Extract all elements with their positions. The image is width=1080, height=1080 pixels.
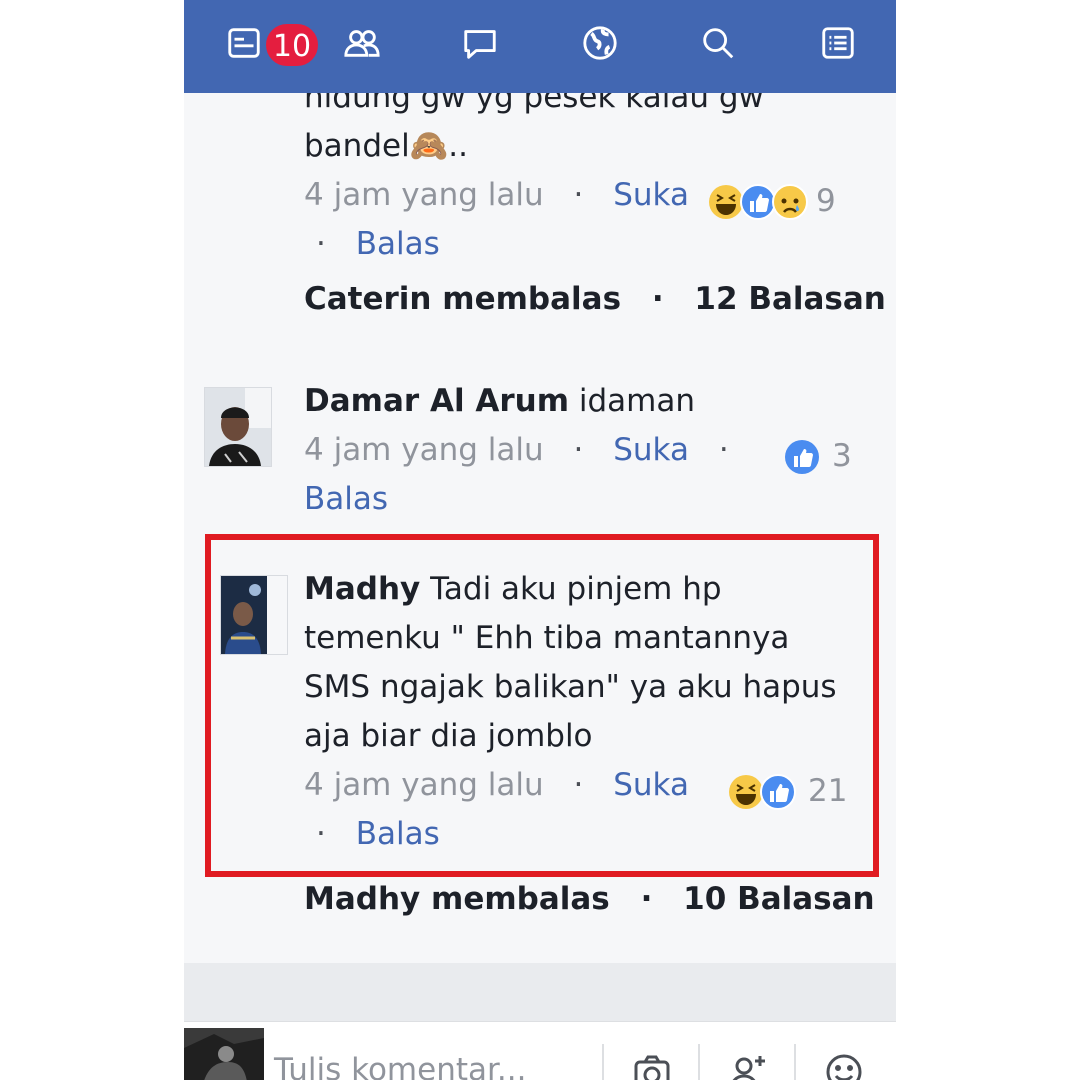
reactions-summary[interactable]: 9 — [708, 177, 836, 226]
avatar-photo — [205, 388, 271, 466]
user-avatar — [184, 1028, 264, 1080]
avatar[interactable] — [204, 387, 272, 467]
news-feed-icon — [228, 28, 260, 58]
like-link[interactable]: Suka — [613, 432, 689, 468]
like-icon — [785, 439, 819, 474]
reaction-count: 3 — [832, 438, 852, 474]
view-replies-link[interactable]: Caterin membalas · 12 Balasan — [304, 281, 886, 317]
comment-meta-row2: Balas — [304, 475, 864, 524]
replies-author: Caterin membalas — [304, 281, 622, 317]
messages-button[interactable] — [450, 18, 510, 68]
comment-composer: Tulis komentar... — [184, 1021, 896, 1080]
search-icon — [703, 28, 734, 59]
globe-icon — [583, 26, 617, 60]
avatar-photo — [184, 1028, 264, 1080]
separator-dot: · — [316, 226, 326, 262]
haha-icon — [709, 184, 743, 219]
separator-dot: · — [651, 281, 664, 317]
search-button[interactable] — [688, 18, 748, 68]
reply-link[interactable]: Balas — [356, 226, 440, 262]
comment-meta: 4 jam yang lalu · Suka · 3 — [304, 426, 864, 475]
menu-icon — [822, 27, 854, 59]
tag-friend-icon[interactable] — [728, 1052, 768, 1080]
like-link[interactable]: Suka — [613, 177, 689, 213]
emoji-icon[interactable] — [824, 1052, 864, 1080]
highlight-box — [205, 534, 879, 877]
comment-meta-row2: · Balas — [304, 220, 864, 269]
like-icon — [740, 183, 776, 220]
sad-icon — [772, 183, 808, 220]
reaction-count: 9 — [816, 183, 836, 219]
news-feed-button[interactable]: 10 — [214, 18, 320, 68]
comment-text-line: hidung gw yg pesek kalau gw — [304, 93, 764, 115]
divider — [794, 1044, 796, 1080]
messages-icon — [464, 30, 496, 59]
separator-dot: · — [573, 432, 584, 468]
comment-time: 4 jam yang lalu — [304, 177, 544, 213]
divider — [602, 1044, 604, 1080]
replies-count: 12 Balasan — [694, 281, 886, 317]
friends-button[interactable] — [332, 18, 392, 68]
notification-badge: 10 — [264, 22, 320, 68]
section-gap — [184, 963, 896, 1021]
comment-time: 4 jam yang lalu — [304, 432, 544, 468]
notifications-button[interactable] — [570, 18, 630, 68]
separator-dot: · — [718, 432, 729, 468]
replies-author: Madhy membalas — [304, 881, 610, 917]
reply-link[interactable]: Balas — [304, 481, 388, 517]
comment-text-line: bandel🙈.. — [304, 128, 468, 164]
separator-dot: · — [640, 881, 653, 917]
top-navigation-bar: 10 — [184, 0, 896, 93]
comment-input[interactable]: Tulis komentar... — [274, 1052, 526, 1080]
comment-author[interactable]: Damar Al Arum — [304, 383, 569, 419]
reactions-summary[interactable]: 3 — [784, 432, 852, 481]
menu-button[interactable] — [808, 18, 868, 68]
comment-body: idaman — [578, 383, 696, 419]
replies-count: 10 Balasan — [683, 881, 875, 917]
camera-icon[interactable] — [632, 1052, 672, 1080]
separator-dot: · — [573, 177, 584, 213]
view-replies-link[interactable]: Madhy membalas · 10 Balasan — [304, 881, 875, 917]
comment-meta: 4 jam yang lalu · Suka 9 — [304, 171, 864, 220]
friends-icon — [344, 30, 380, 57]
divider — [698, 1044, 700, 1080]
comment-text: Damar Al Arum idaman — [304, 377, 864, 426]
